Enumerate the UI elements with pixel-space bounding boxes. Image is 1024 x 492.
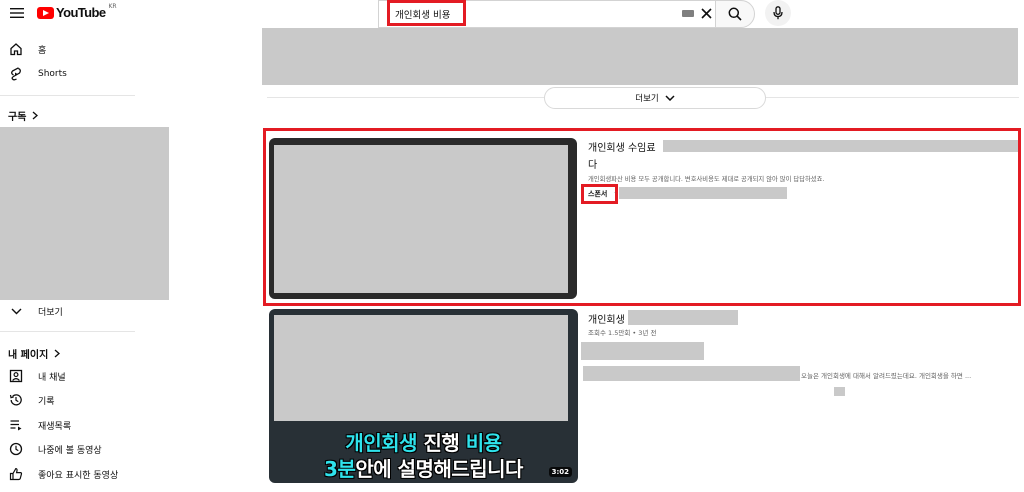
sidebar-item-label: 기록	[38, 396, 55, 407]
show-more-button[interactable]: 더보기	[544, 87, 766, 109]
show-more-label: 더보기	[635, 94, 659, 104]
thumbnail-redacted	[274, 145, 568, 293]
tag-redacted	[834, 387, 845, 396]
result-title[interactable]: 개인회생	[588, 311, 625, 326]
sidebar-item-shorts[interactable]: Shorts	[0, 62, 170, 86]
sidebar-item-label: 좋아요 표시한 동영상	[38, 470, 119, 481]
close-icon	[700, 7, 712, 19]
video-duration: 3:02	[548, 467, 572, 477]
title-redacted	[628, 310, 738, 325]
thumbnail-caption-line2: 3분안에 설명해드립니다	[324, 457, 523, 481]
badge-separator: ·	[614, 189, 617, 197]
chevron-down-icon	[665, 95, 675, 101]
thumbnail-caption-line1: 개인회생 진행 비용	[345, 431, 502, 455]
microphone-icon	[773, 6, 783, 20]
you-label: 내 페이지	[8, 350, 49, 361]
sidebar-more-label: 더보기	[38, 307, 63, 318]
home-icon	[8, 41, 24, 57]
like-icon	[8, 466, 24, 482]
sidebar-item-label: 재생목록	[38, 421, 72, 432]
hamburger-icon	[10, 8, 24, 18]
snippet-redacted	[583, 366, 800, 381]
result-description: 개인회생파산 비용 모두 공개합니다. 변호사비용도 제대로 공개되지 않아 많…	[588, 176, 825, 183]
sidebar-item-my-channel[interactable]: 내 채널	[0, 364, 170, 388]
clear-search-button[interactable]	[698, 4, 714, 22]
banner-redacted	[262, 28, 1018, 85]
watch-later-icon	[8, 441, 24, 457]
result-title-continued[interactable]: 다	[588, 156, 597, 171]
search-box	[378, 0, 715, 28]
sidebar-divider	[0, 95, 135, 96]
chevron-right-icon	[54, 349, 61, 358]
result-title[interactable]: 개인회생 수임료	[588, 139, 656, 154]
sidebar-item-label: 나중에 볼 동영상	[38, 445, 102, 456]
country-code: KR	[108, 3, 117, 10]
youtube-logo[interactable]: YouTube KR	[37, 3, 117, 20]
chevron-down-icon	[8, 303, 24, 319]
subscriptions-label: 구독	[8, 112, 27, 123]
sidebar-item-label: 홈	[38, 45, 47, 56]
sidebar-item-playlists[interactable]: 재생목록	[0, 413, 170, 437]
menu-button[interactable]	[6, 2, 28, 24]
history-icon	[8, 392, 24, 408]
sidebar-item-history[interactable]: 기록	[0, 388, 170, 412]
advertiser-redacted	[619, 187, 787, 199]
search-icon	[728, 7, 742, 21]
channel-redacted	[581, 342, 704, 360]
channel-icon	[8, 368, 24, 384]
playlist-icon	[8, 417, 24, 433]
keyboard-icon[interactable]	[682, 10, 694, 17]
sidebar-item-label: 내 채널	[38, 372, 66, 383]
search-input[interactable]	[379, 8, 659, 20]
shorts-icon	[8, 66, 24, 82]
search-button[interactable]	[715, 0, 755, 28]
sidebar-divider	[0, 331, 135, 332]
sidebar-item-watch-later[interactable]: 나중에 볼 동영상	[0, 437, 170, 461]
sidebar-item-home[interactable]: 홈	[0, 37, 170, 61]
sponsored-badge: 스폰서	[588, 190, 608, 198]
sidebar-item-liked-videos[interactable]: 좋아요 표시한 동영상	[0, 462, 170, 486]
voice-search-button[interactable]	[765, 0, 791, 26]
title-redacted	[663, 140, 1018, 152]
result-thumbnail[interactable]: 개인회생 진행 비용 3분안에 설명해드립니다 3:02	[269, 309, 578, 483]
subscriptions-list-redacted	[0, 127, 169, 300]
result-meta: 조회수 1.5만회 • 3년 전	[588, 329, 657, 337]
sidebar-more-button[interactable]: 더보기	[0, 299, 170, 323]
youtube-play-icon	[37, 6, 54, 19]
chevron-right-icon	[32, 111, 39, 120]
you-heading[interactable]: 내 페이지	[8, 346, 61, 361]
result-thumbnail[interactable]	[269, 138, 577, 299]
sidebar-item-label: Shorts	[38, 69, 67, 79]
subscriptions-heading[interactable]: 구독	[8, 108, 39, 123]
result-snippet: 오늘은 개인회생에 대해서 알려드렸는데요. 개인회생을 하면 ...	[801, 372, 972, 380]
logo-text: YouTube	[56, 5, 106, 20]
thumbnail-redacted	[274, 315, 568, 421]
